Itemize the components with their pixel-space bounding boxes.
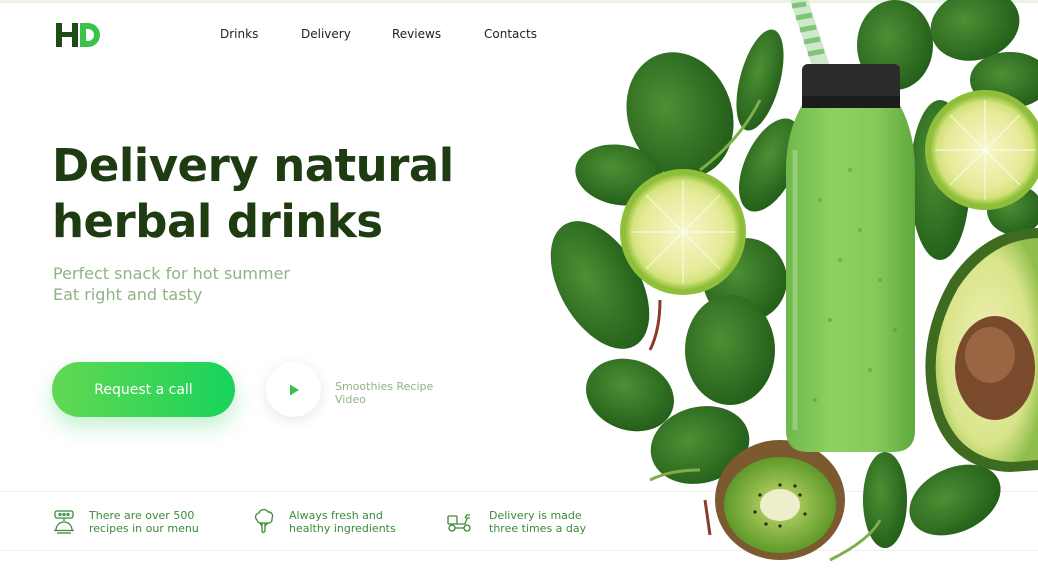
video-label[interactable]: Smoothies Recipe Video <box>335 380 455 406</box>
feature-recipes-line-1: There are over 500 <box>89 509 195 522</box>
broccoli-icon <box>254 508 274 534</box>
video-label-line-2: Video <box>335 393 366 406</box>
hero-subtitle-line-2: Eat right and tasty <box>53 285 203 304</box>
nav-drinks[interactable]: Drinks <box>220 27 258 41</box>
video-label-line-1: Smoothies Recipe <box>335 380 434 393</box>
feature-fresh-text: Always fresh and healthy ingredients <box>289 509 396 535</box>
feature-recipes-text: There are over 500 recipes in our menu <box>89 509 199 535</box>
recipes-icon <box>54 510 74 534</box>
play-video-button[interactable] <box>266 362 321 417</box>
feature-fresh-line-1: Always fresh and <box>289 509 383 522</box>
hero-title-line-2: herbal drinks <box>52 195 383 248</box>
request-call-button[interactable]: Request a call <box>52 362 235 417</box>
nav-delivery[interactable]: Delivery <box>301 27 351 41</box>
delivery-scooter-icon <box>447 514 471 532</box>
hero-subtitle-line-1: Perfect snack for hot summer <box>53 264 291 283</box>
hero-title: Delivery natural herbal drinks <box>52 138 482 250</box>
hero-title-line-1: Delivery natural <box>52 139 454 192</box>
smoothie-illustration <box>550 0 1038 562</box>
brand-logo[interactable] <box>54 20 104 50</box>
feature-recipes-line-2: recipes in our menu <box>89 522 199 535</box>
hero-subtitle: Perfect snack for hot summer Eat right a… <box>53 263 290 305</box>
play-icon <box>289 384 299 395</box>
nav-reviews[interactable]: Reviews <box>392 27 441 41</box>
feature-fresh-line-2: healthy ingredients <box>289 522 396 535</box>
